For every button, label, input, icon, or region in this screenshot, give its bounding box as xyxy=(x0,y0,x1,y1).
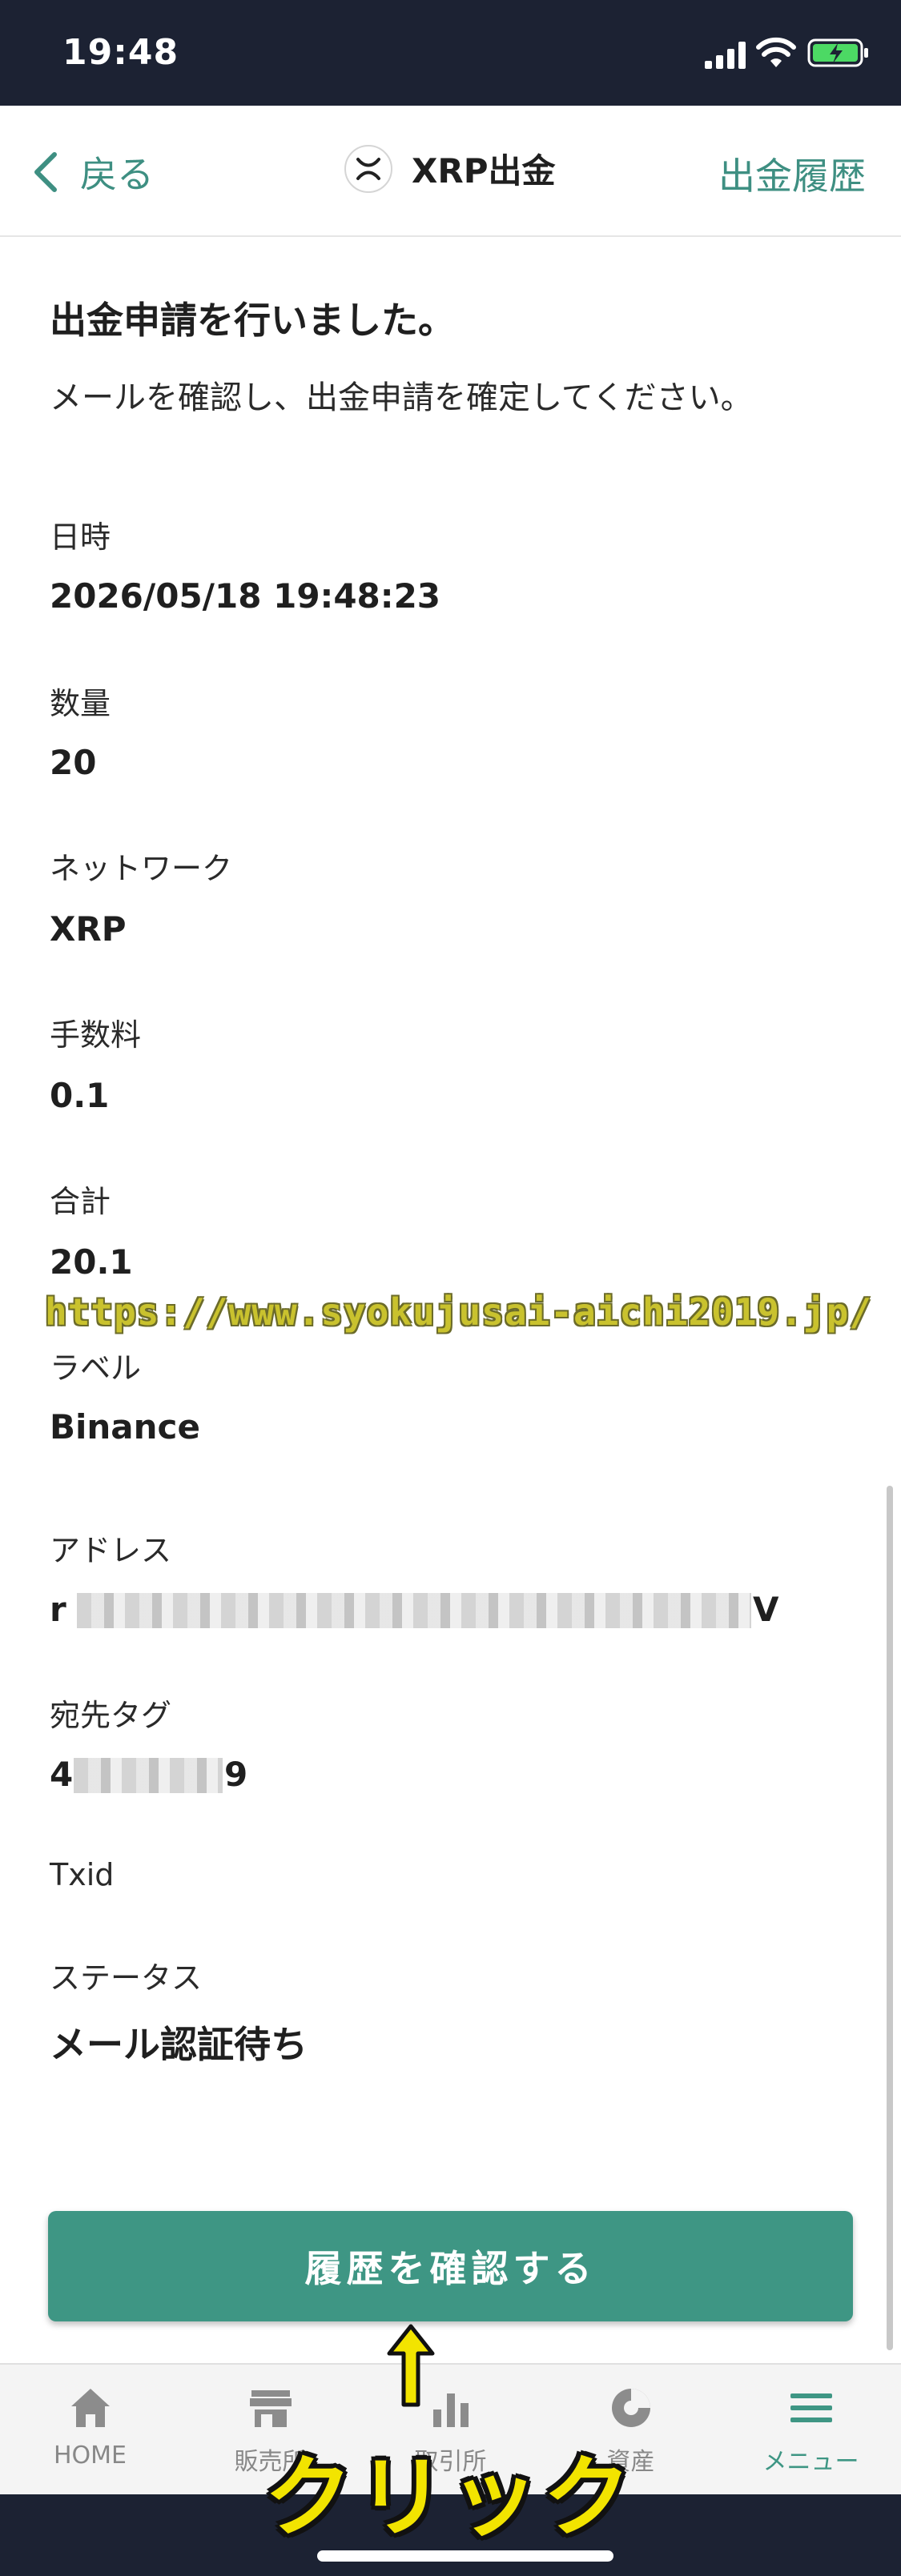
tab-label-menu: メニュー xyxy=(762,2448,859,2476)
tab-home[interactable]: HOME xyxy=(0,2365,180,2494)
label-field-value: Binance xyxy=(50,1407,200,1446)
destination-tag-prefix: 4 xyxy=(50,1755,74,1794)
withdrawal-history-link[interactable]: 出金履歴 xyxy=(718,147,866,200)
nav-title-group: XRP出金 xyxy=(344,144,556,193)
status-value: メール認証待ち xyxy=(50,2023,308,2066)
page-title: XRP出金 xyxy=(412,151,556,191)
home-icon xyxy=(70,2389,110,2427)
back-button[interactable]: 戻る xyxy=(30,146,154,199)
destination-tag-suffix: 9 xyxy=(224,1755,248,1794)
label-field-label: ラベル xyxy=(50,1350,142,1386)
amount-value: 20 xyxy=(50,743,97,782)
tab-label-home: HOME xyxy=(53,2442,127,2470)
xrp-logo-icon xyxy=(344,144,392,193)
back-label: 戻る xyxy=(80,153,154,196)
network-label: ネットワーク xyxy=(50,851,233,886)
destination-tag-redacted xyxy=(74,1758,223,1793)
tab-menu[interactable]: メニュー xyxy=(721,2365,901,2494)
address-prefix: r xyxy=(50,1590,66,1629)
menu-icon xyxy=(790,2393,832,2422)
scrollbar[interactable] xyxy=(887,1486,893,2350)
fee-value: 0.1 xyxy=(50,1076,110,1115)
total-value: 20.1 xyxy=(50,1242,133,1282)
network-value: XRP xyxy=(50,909,127,949)
arrow-up-icon xyxy=(387,2324,435,2407)
address-label: アドレス xyxy=(50,1533,172,1568)
result-headline: 出金申請を行いました。 xyxy=(50,299,455,342)
nav-header: 戻る XRP出金 出金履歴 xyxy=(0,106,901,237)
wifi-icon xyxy=(756,37,796,67)
txid-label: Txid xyxy=(50,1857,115,1892)
status-label: ステータス xyxy=(50,1960,203,1996)
destination-tag-label: 宛先タグ xyxy=(50,1698,172,1733)
view-history-button[interactable]: 履歴を確認する xyxy=(48,2211,853,2321)
chevron-left-icon xyxy=(34,152,57,192)
datetime-value: 2026/05/18 19:48:23 xyxy=(50,576,441,616)
result-instruction: メールを確認し、出金申請を確定してください。 xyxy=(50,379,753,416)
address-suffix: V xyxy=(753,1590,779,1629)
status-time: 19:48 xyxy=(62,32,179,73)
address-redacted xyxy=(77,1593,751,1628)
amount-label: 数量 xyxy=(50,686,111,721)
click-annotation: クリック xyxy=(264,2446,636,2549)
total-label: 合計 xyxy=(50,1184,111,1219)
battery-icon xyxy=(807,38,868,67)
signal-icon xyxy=(705,42,746,69)
watermark-url: https://www.syokujusai-aichi2019.jp/ xyxy=(45,1290,872,1334)
fee-label: 手数料 xyxy=(50,1017,142,1053)
status-bar: 19:48 xyxy=(0,0,901,106)
datetime-label: 日時 xyxy=(50,520,111,555)
